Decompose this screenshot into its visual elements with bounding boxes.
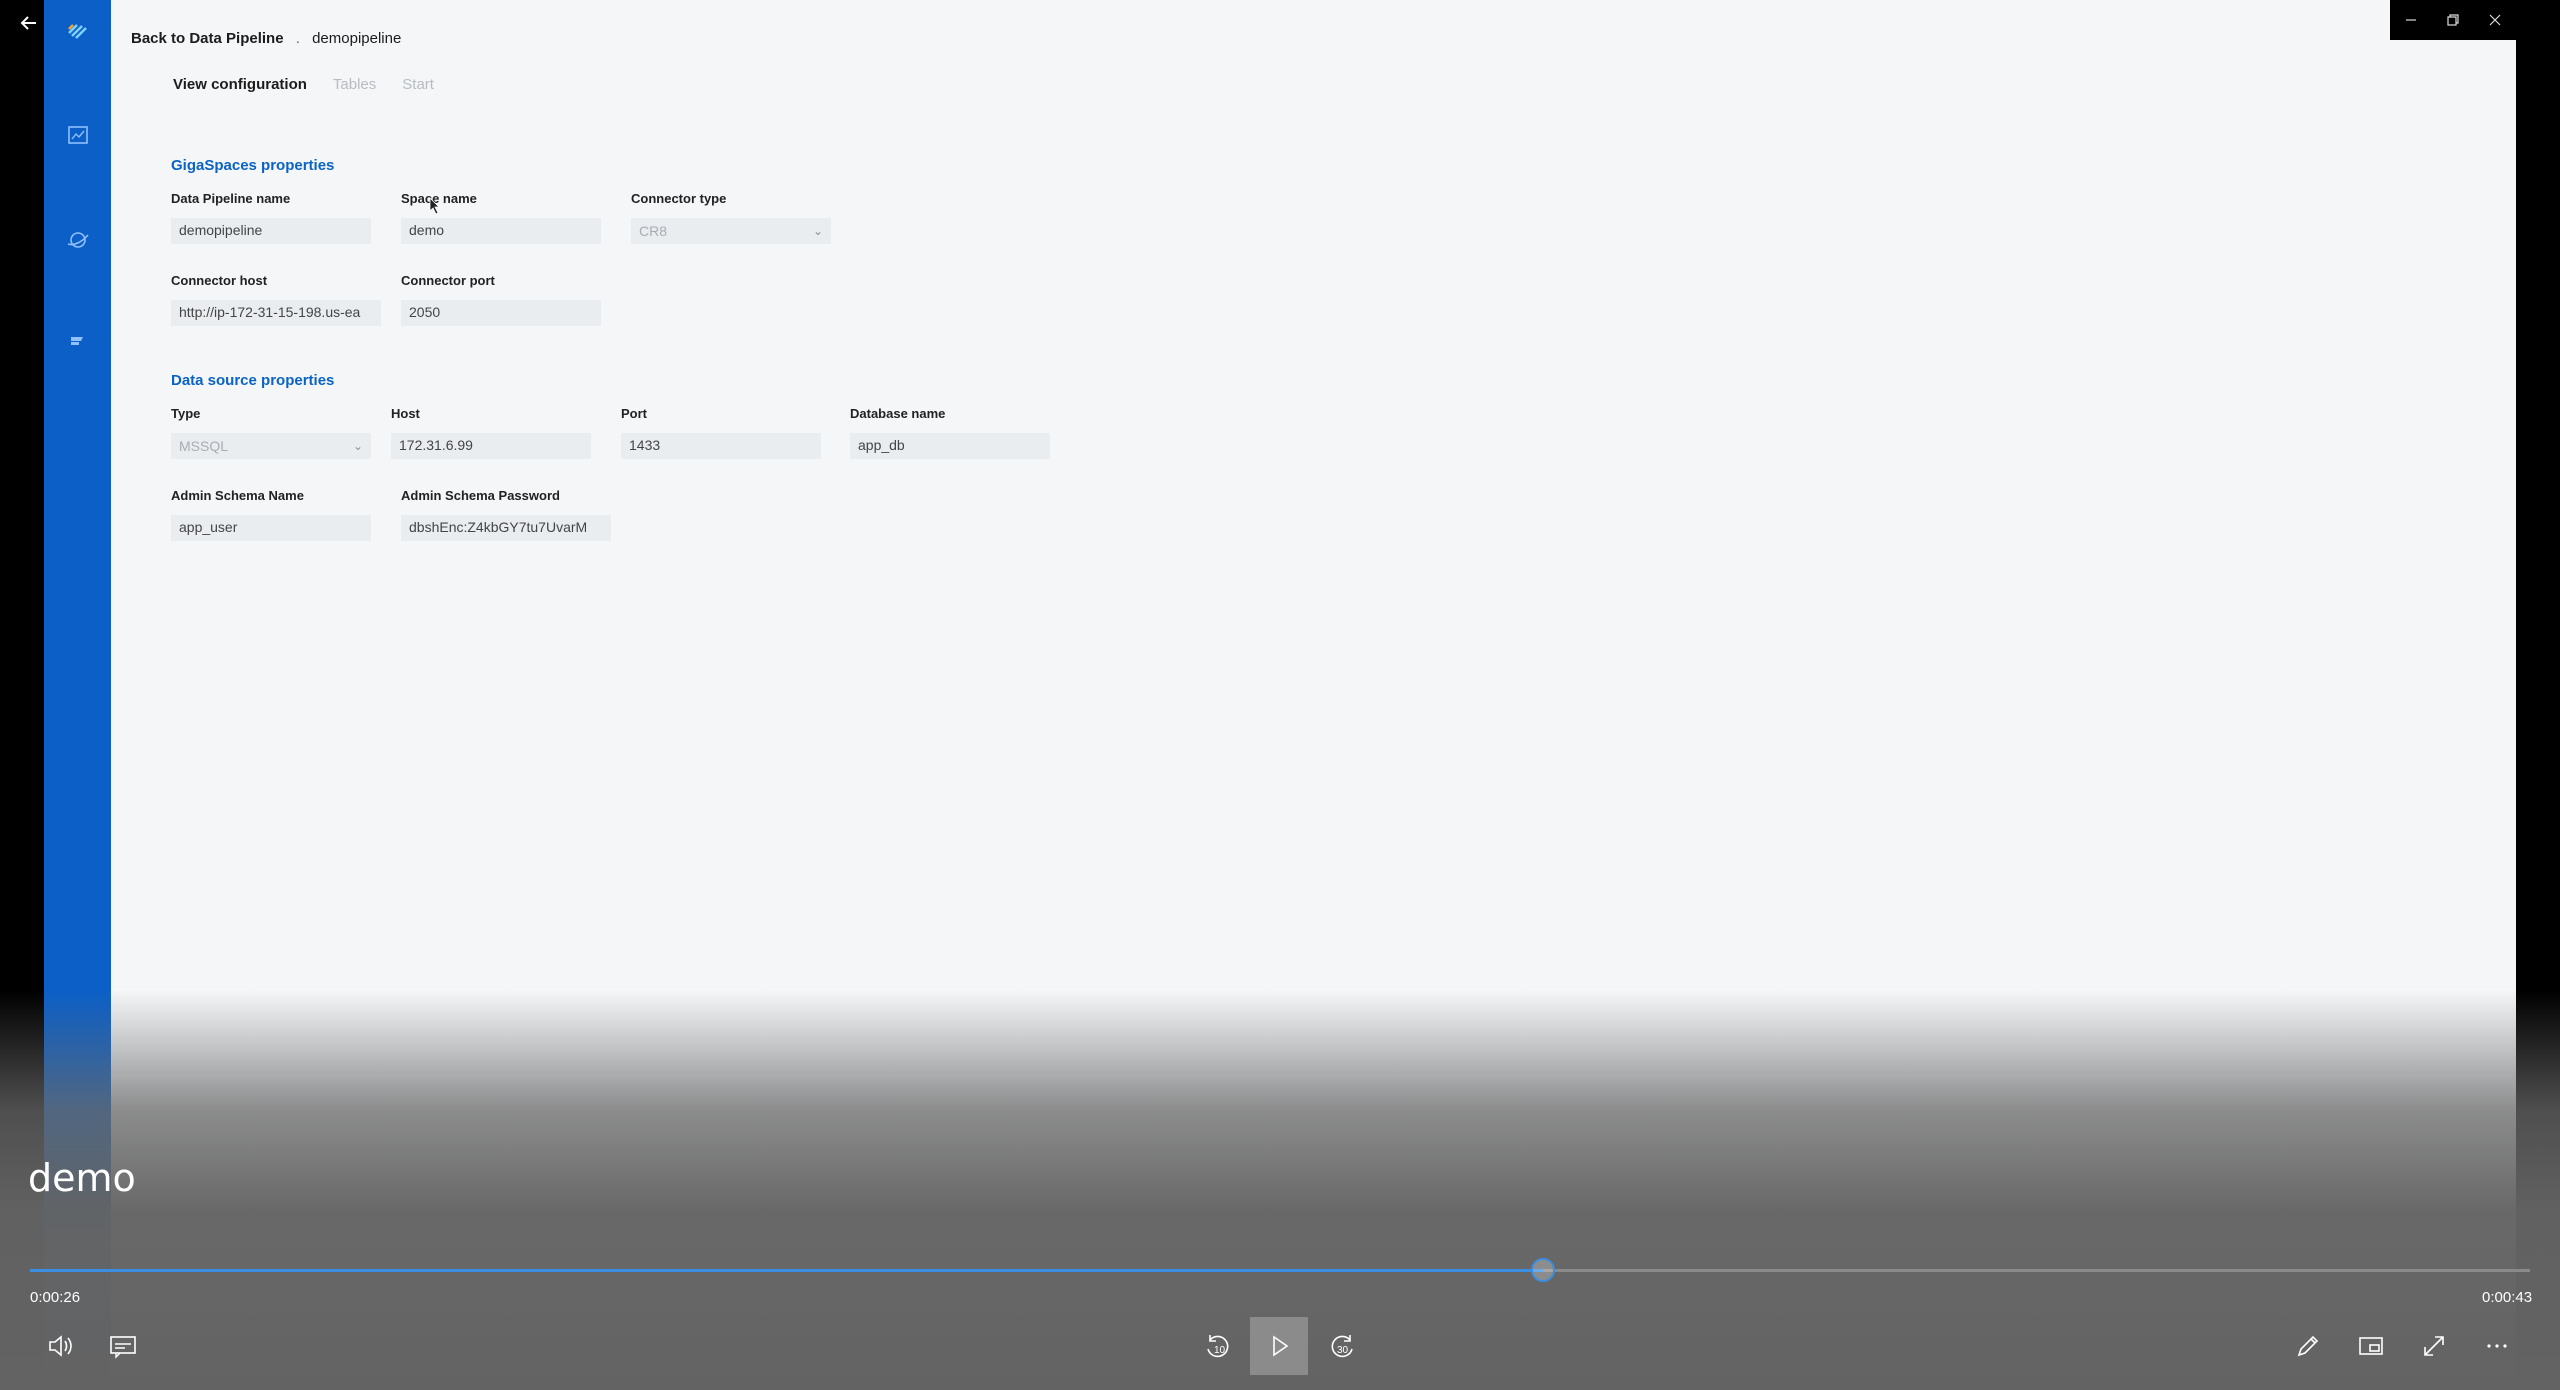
admin-schema-password-label: Admin Schema Password (401, 488, 560, 503)
type-label: Type (171, 406, 201, 421)
pipeline-name-label: Data Pipeline name (171, 191, 291, 206)
connector-host-label: Connector host (171, 273, 268, 288)
pipeline-name-input[interactable]: demopipeline (171, 218, 371, 244)
connector-port-input[interactable]: 2050 (401, 300, 601, 326)
subtitles-icon[interactable] (94, 1317, 152, 1375)
connector-port-field: Connector port 2050 (401, 273, 601, 326)
type-select[interactable]: MSSQL ⌄ (171, 433, 371, 459)
host-input[interactable]: 172.31.6.99 (391, 433, 591, 459)
connector-port-label: Connector port (401, 273, 495, 288)
minimize-icon[interactable] (2390, 0, 2432, 40)
connector-host-field: Connector host http://ip-172-31-15-198.u… (171, 273, 381, 326)
port-label: Port (621, 406, 647, 421)
datasource-section-title: Data source properties (171, 372, 335, 389)
database-name-field: Database name app_db (850, 406, 1050, 459)
pipeline-icon[interactable] (65, 330, 91, 356)
admin-schema-name-field: Admin Schema Name app_user (171, 488, 371, 541)
tab-view-configuration[interactable]: View configuration (173, 76, 307, 93)
tab-start[interactable]: Start (402, 76, 434, 93)
seek-bar-progress (30, 1269, 1543, 1272)
pipeline-name-field: Data Pipeline name demopipeline (171, 191, 371, 244)
connector-type-field: Connector type CR8 ⌄ (631, 191, 831, 244)
admin-schema-name-input[interactable]: app_user (171, 515, 371, 541)
port-input[interactable]: 1433 (621, 433, 821, 459)
chevron-down-icon: ⌄ (352, 439, 363, 453)
svg-text:10: 10 (1214, 1345, 1226, 1356)
rewind-10-icon[interactable]: 10 (1188, 1317, 1246, 1375)
connector-type-select[interactable]: CR8 ⌄ (631, 218, 831, 244)
tab-tables[interactable]: Tables (333, 76, 376, 93)
seek-bar[interactable] (30, 1258, 2530, 1282)
breadcrumb-current: demopipeline (312, 30, 402, 47)
database-name-label: Database name (850, 406, 946, 421)
breadcrumb: Back to Data Pipeline . demopipeline (131, 30, 401, 47)
breadcrumb-separator: . (295, 30, 300, 47)
connector-type-value: CR8 (639, 223, 668, 239)
admin-schema-password-field: Admin Schema Password dbshEnc:Z4kbGY7tu7… (401, 488, 611, 541)
mini-view-icon[interactable] (2342, 1317, 2400, 1375)
window-controls (2390, 0, 2516, 40)
type-value: MSSQL (179, 438, 229, 454)
port-field: Port 1433 (621, 406, 821, 459)
space-name-input[interactable]: demo (401, 218, 601, 244)
type-field: Type MSSQL ⌄ (171, 406, 371, 459)
host-label: Host (391, 406, 420, 421)
seek-thumb[interactable] (1530, 1258, 1555, 1282)
mouse-cursor-icon (429, 197, 441, 215)
play-icon[interactable] (1250, 1317, 1308, 1375)
gigaspaces-section-title: GigaSpaces properties (171, 157, 335, 174)
admin-schema-password-input[interactable]: dbshEnc:Z4kbGY7tu7UvarM (401, 515, 611, 541)
restore-icon[interactable] (2432, 0, 2474, 40)
volume-icon[interactable] (31, 1317, 89, 1375)
admin-schema-name-label: Admin Schema Name (171, 488, 304, 503)
svg-text:30: 30 (1337, 1345, 1349, 1356)
more-icon[interactable] (2468, 1317, 2526, 1375)
current-time: 0:00:26 (30, 1289, 81, 1306)
host-field: Host 172.31.6.99 (391, 406, 591, 459)
chevron-down-icon: ⌄ (812, 224, 823, 238)
pen-icon[interactable] (2279, 1317, 2337, 1375)
total-time: 0:00:43 (2482, 1289, 2533, 1306)
connector-type-label: Connector type (631, 191, 727, 206)
database-name-input[interactable]: app_db (850, 433, 1050, 459)
connector-host-input[interactable]: http://ip-172-31-15-198.us-ea (171, 300, 381, 326)
back-arrow-icon[interactable] (14, 8, 44, 38)
close-icon[interactable] (2474, 0, 2516, 40)
back-to-pipeline-link[interactable]: Back to Data Pipeline (131, 30, 284, 47)
forward-30-icon[interactable]: 30 (1314, 1317, 1372, 1375)
tab-bar: View configuration Tables Start (173, 76, 434, 93)
fullscreen-icon[interactable] (2405, 1317, 2463, 1375)
spaces-icon[interactable] (65, 227, 91, 253)
gigaspaces-logo-icon[interactable] (65, 17, 91, 43)
dashboard-icon[interactable] (65, 122, 91, 148)
video-title: demo (28, 1156, 136, 1200)
